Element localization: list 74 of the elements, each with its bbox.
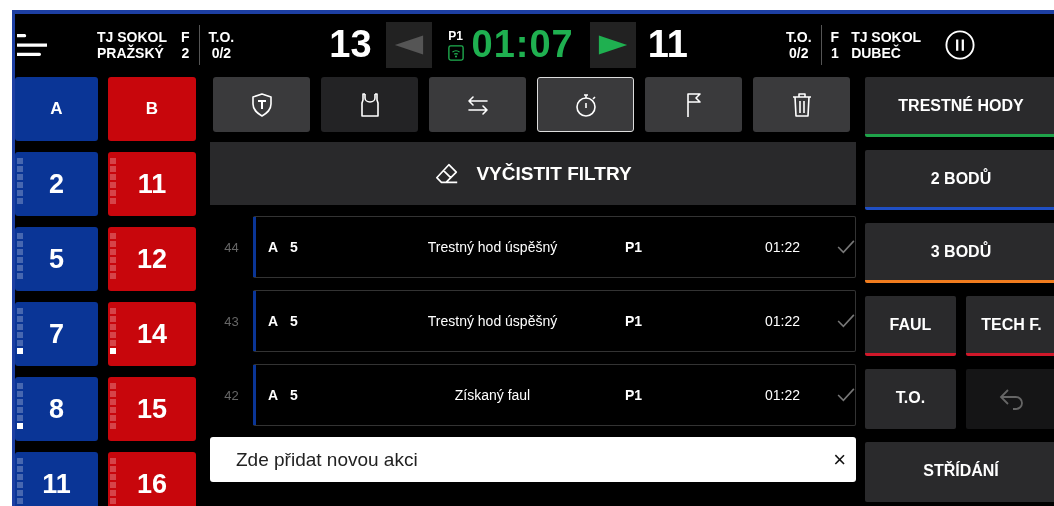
trash-filter-button[interactable] bbox=[753, 77, 850, 132]
event-action: Trestný hod úspěšný bbox=[426, 239, 559, 255]
player-button[interactable]: 16 bbox=[108, 452, 196, 506]
check-icon bbox=[837, 314, 855, 328]
action-button[interactable]: 3 BODŮ bbox=[865, 223, 1054, 283]
event-time: 01:22 bbox=[765, 239, 802, 255]
action-button[interactable]: 2 BODŮ bbox=[865, 150, 1054, 210]
event-player: 5 bbox=[290, 239, 299, 255]
clear-filters-button[interactable]: VYČISTIT FILTRY bbox=[210, 142, 856, 205]
event-number: 42 bbox=[223, 387, 240, 403]
event-player: 5 bbox=[290, 313, 299, 329]
score: 13 bbox=[329, 23, 372, 66]
right-arrow-icon bbox=[596, 33, 629, 56]
team-tab[interactable]: A bbox=[15, 77, 98, 141]
action-button[interactable]: TRESTNÉ HODY bbox=[865, 77, 1054, 137]
menu-icon[interactable] bbox=[17, 31, 47, 58]
action-button[interactable]: T.O. bbox=[865, 369, 956, 429]
previous-button[interactable] bbox=[385, 21, 432, 68]
fouls-count: 1 bbox=[830, 44, 839, 61]
shield-filter-button[interactable] bbox=[213, 77, 310, 132]
fouls-label: F bbox=[830, 28, 840, 45]
team-name: TJ SOKOL bbox=[851, 28, 922, 45]
event-action: Získaný faul bbox=[453, 387, 532, 403]
timeouts-label: T.O. bbox=[208, 28, 235, 45]
team-name: DUBEČ bbox=[851, 44, 902, 61]
action-button[interactable]: TECH F. bbox=[966, 296, 1054, 356]
event-number: 43 bbox=[223, 313, 240, 329]
player-button[interactable]: 11 bbox=[15, 452, 98, 506]
timeouts-label: T.O. bbox=[785, 28, 812, 45]
event-action: Trestný hod úspěšný bbox=[426, 313, 559, 329]
check-icon bbox=[837, 240, 855, 254]
player-button[interactable]: 14 bbox=[108, 302, 196, 366]
event-row[interactable]: A 5 Trestný hod úspěšný P1 01:22 bbox=[253, 290, 856, 352]
period-label: P1 bbox=[448, 28, 463, 43]
event-period: P1 bbox=[625, 313, 644, 329]
player-button[interactable]: 11 bbox=[108, 152, 196, 216]
fouls-count: 2 bbox=[181, 44, 190, 61]
action-button[interactable]: STŘÍDÁNÍ bbox=[865, 442, 1054, 502]
event-row[interactable]: A 5 Získaný faul P1 01:22 bbox=[253, 364, 856, 426]
fouls-label: F bbox=[181, 28, 190, 45]
action-button[interactable]: FAUL bbox=[865, 296, 956, 356]
event-team: A bbox=[268, 387, 280, 403]
event-player: 5 bbox=[290, 387, 299, 403]
event-time: 01:22 bbox=[765, 387, 802, 403]
new-action-field[interactable]: Zde přidat novou akci × bbox=[210, 437, 856, 482]
wifi-icon bbox=[447, 44, 464, 61]
timeouts-count: 0/2 bbox=[789, 44, 809, 61]
stopwatch-filter-button[interactable] bbox=[537, 77, 634, 132]
event-team: A bbox=[268, 239, 280, 255]
event-number: 44 bbox=[223, 239, 240, 255]
team-tab[interactable]: B bbox=[108, 77, 196, 141]
event-team: A bbox=[268, 313, 280, 329]
timeouts-count: 0/2 bbox=[211, 44, 232, 61]
flag-filter-button[interactable] bbox=[645, 77, 742, 132]
event-period: P1 bbox=[625, 387, 644, 403]
player-button[interactable]: 5 bbox=[15, 227, 98, 291]
check-icon bbox=[837, 388, 855, 402]
event-period: P1 bbox=[625, 239, 644, 255]
player-button[interactable]: 2 bbox=[15, 152, 98, 216]
pause-icon[interactable] bbox=[945, 29, 976, 60]
player-button[interactable]: 8 bbox=[15, 377, 98, 441]
game-clock: 01:07 bbox=[471, 23, 574, 66]
swap-filter-button[interactable] bbox=[429, 77, 526, 132]
event-time: 01:22 bbox=[765, 313, 802, 329]
clear-button[interactable]: × bbox=[833, 446, 846, 473]
team-name: PRAŽSKÝ bbox=[97, 44, 165, 61]
team-name: TJ SOKOL bbox=[97, 28, 167, 45]
score: 11 bbox=[647, 23, 688, 66]
player-button[interactable]: 12 bbox=[108, 227, 196, 291]
player-button[interactable]: 7 bbox=[15, 302, 98, 366]
next-button[interactable] bbox=[589, 21, 636, 68]
event-row[interactable]: A 5 Trestný hod úspěšný P1 01:22 bbox=[253, 216, 856, 278]
player-button[interactable]: 15 bbox=[108, 377, 196, 441]
jersey-filter-button[interactable] bbox=[321, 77, 418, 132]
